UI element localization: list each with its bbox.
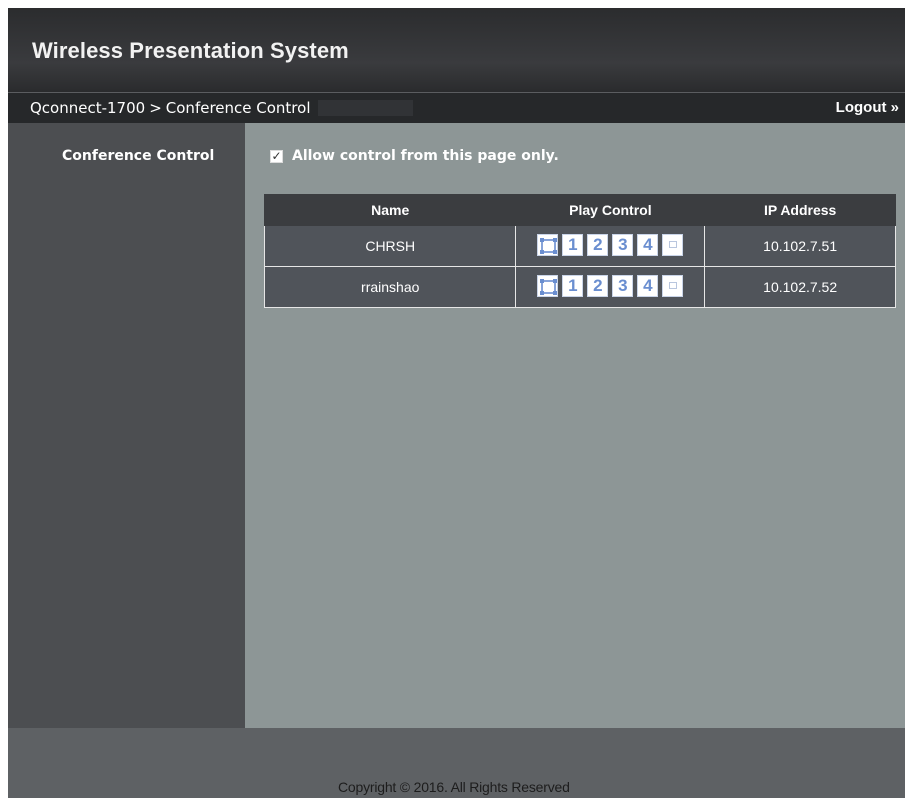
- conference-table: Name Play Control IP Address CHRSH 1 2 3…: [263, 194, 896, 308]
- column-header-name: Name: [263, 194, 517, 226]
- app-header: Wireless Presentation System: [8, 8, 905, 92]
- play-button-4[interactable]: 4: [637, 274, 659, 297]
- allow-control-checkbox[interactable]: ✓: [270, 148, 283, 163]
- table-row: rrainshao 1 2 3 4 10.102.7.52: [263, 266, 896, 308]
- play-control-group: 1 2 3 4: [537, 233, 684, 256]
- play-button-4[interactable]: 4: [637, 233, 659, 256]
- breadcrumb-device: Qconnect-1700: [30, 99, 146, 117]
- table-row: CHRSH 1 2 3 4 10.102.7.51: [263, 225, 896, 267]
- sidebar: Conference Control: [8, 123, 245, 728]
- fullscreen-icon: [540, 278, 558, 295]
- breadcrumb-separator: >: [149, 99, 162, 117]
- play-button-2[interactable]: 2: [587, 233, 609, 256]
- main-content: ✓ Allow control from this page only. Nam…: [245, 123, 905, 728]
- row-ip-address: 10.102.7.51: [704, 225, 896, 267]
- stop-button[interactable]: [662, 233, 684, 256]
- row-ip-address: 10.102.7.52: [704, 266, 896, 308]
- checkmark-icon: ✓: [271, 148, 282, 163]
- fullscreen-icon: [540, 237, 558, 254]
- app-title: Wireless Presentation System: [32, 38, 349, 63]
- play-button-1[interactable]: 1: [562, 233, 584, 256]
- allow-control-label: Allow control from this page only.: [292, 148, 559, 164]
- play-control-group: 1 2 3 4: [537, 274, 684, 297]
- column-header-play-control: Play Control: [515, 194, 706, 226]
- fullscreen-button[interactable]: [537, 274, 559, 297]
- play-button-2[interactable]: 2: [587, 274, 609, 297]
- stop-button[interactable]: [662, 274, 684, 297]
- logout-link[interactable]: Logout »: [836, 99, 899, 116]
- column-header-ip-address: IP Address: [704, 194, 896, 226]
- row-play-control: 1 2 3 4: [515, 266, 706, 308]
- row-play-control: 1 2 3 4: [515, 225, 706, 267]
- sidebar-item-conference-control[interactable]: Conference Control: [62, 148, 214, 164]
- copyright-text: Copyright © 2016. All Rights Reserved: [338, 779, 570, 795]
- fullscreen-button[interactable]: [537, 233, 559, 256]
- app-window: Wireless Presentation System Qconnect-17…: [8, 8, 905, 798]
- row-name: CHRSH: [263, 225, 517, 267]
- footer: Copyright © 2016. All Rights Reserved: [8, 728, 905, 798]
- nav-bar: Qconnect-1700 > Conference Control Logout …: [8, 92, 905, 123]
- play-button-3[interactable]: 3: [612, 233, 634, 256]
- breadcrumb: Qconnect-1700 > Conference Control: [30, 99, 311, 117]
- row-name: rrainshao: [263, 266, 517, 308]
- breadcrumb-page: Conference Control: [165, 99, 311, 117]
- table-header-row: Name Play Control IP Address: [263, 194, 896, 226]
- play-button-1[interactable]: 1: [562, 274, 584, 297]
- stop-icon: [668, 241, 677, 248]
- play-button-3[interactable]: 3: [612, 274, 634, 297]
- breadcrumb-highlight: [318, 100, 413, 116]
- stop-icon: [668, 282, 677, 289]
- allow-control-row: ✓ Allow control from this page only.: [270, 148, 559, 164]
